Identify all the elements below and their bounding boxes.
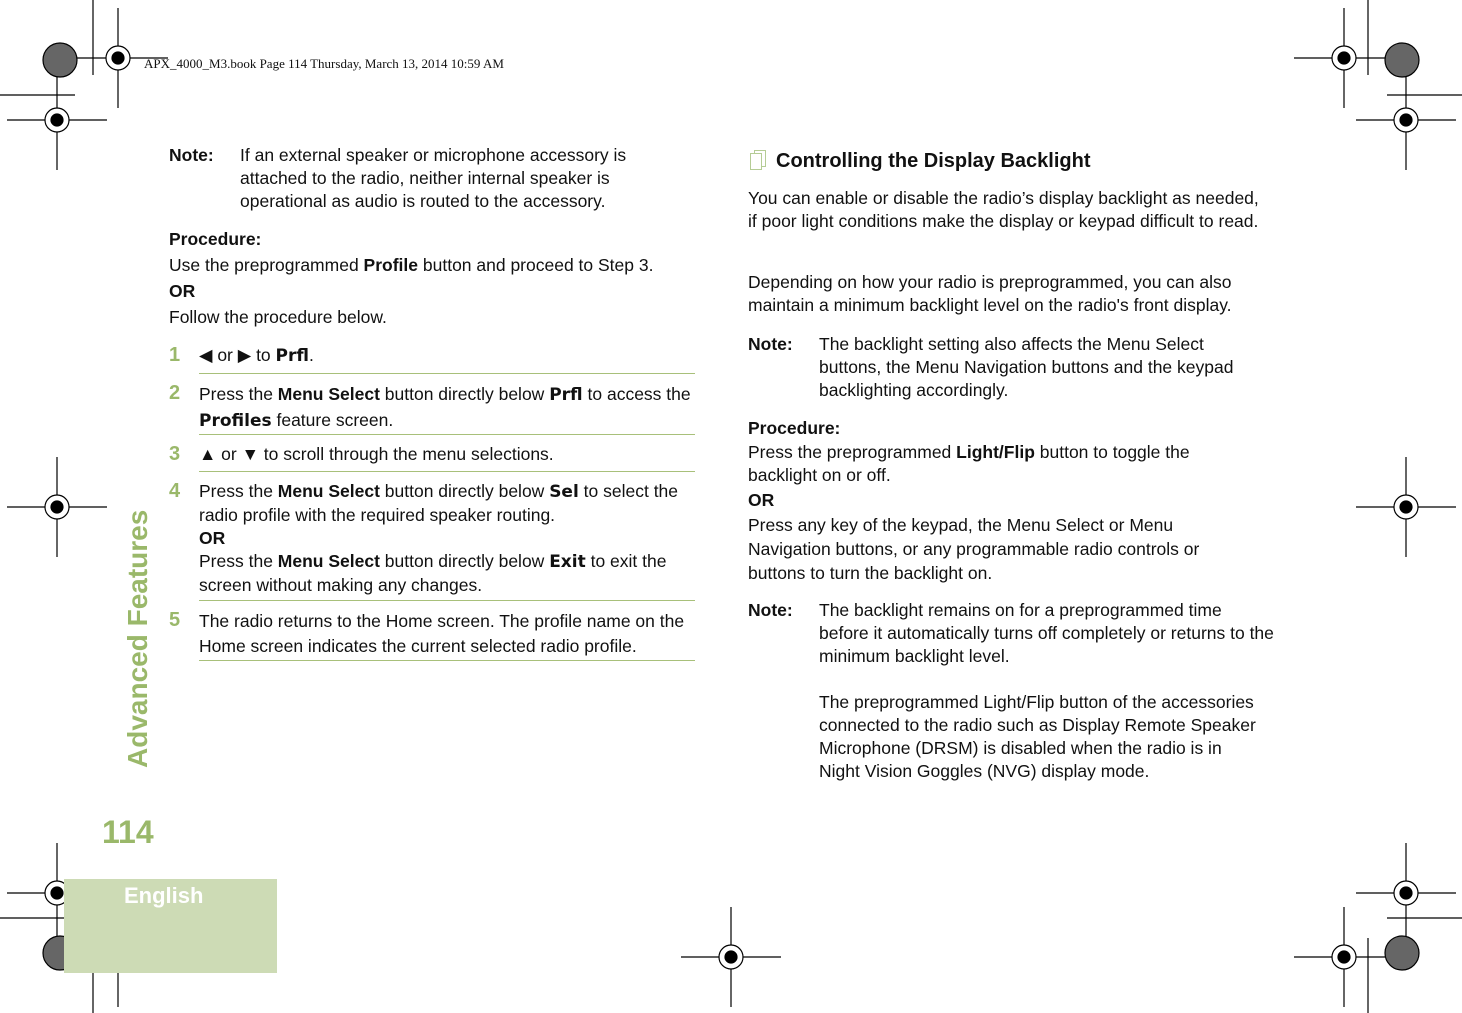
registration-mark (50, 113, 64, 127)
note-label: Note: (748, 334, 793, 354)
pages-icon (750, 150, 766, 170)
step-4: 4 Press the Menu Select button directly b… (169, 480, 679, 595)
divider (199, 600, 695, 601)
procedure-text: Press any key of the keypad, the Menu Se… (748, 515, 1200, 583)
star-target-mark (1384, 42, 1420, 78)
procedure-text: Use the preprogrammed Profile button and… (169, 255, 654, 275)
procedure-label: Procedure: (169, 229, 262, 249)
note-label: Note: (748, 600, 793, 620)
step-3: 3 ▲ or ▼ to scroll through the menu selec… (169, 443, 554, 465)
procedure-label: Procedure: (748, 418, 841, 438)
registration-mark (1399, 500, 1413, 514)
note-text: The preprogrammed Light/Flip button of t… (819, 692, 1256, 781)
registration-mark (1337, 51, 1351, 65)
note-text: If an external speaker or microphone acc… (240, 145, 627, 211)
note-text: The backlight remains on for a preprogra… (819, 600, 1274, 666)
registration-mark (724, 950, 738, 964)
or-label: OR (169, 281, 196, 301)
section-tab-label: Advanced Features (122, 509, 153, 768)
registration-mark (1399, 113, 1413, 127)
registration-mark (50, 500, 64, 514)
registration-mark (111, 51, 125, 65)
registration-mark (1399, 886, 1413, 900)
divider (199, 471, 695, 472)
step-1: 1 ◀ or ▶ to Prfl. (169, 344, 314, 366)
registration-mark (1337, 950, 1351, 964)
paragraph: You can enable or disable the radio’s di… (748, 188, 1259, 231)
follow-text: Follow the procedure below. (169, 307, 387, 327)
language-label: English (124, 883, 204, 908)
page-number: 114 (102, 814, 154, 850)
star-target-mark (42, 42, 78, 78)
step-2: 2 Press the Menu Select button directly b… (169, 382, 691, 431)
star-target-mark (1384, 935, 1420, 971)
paragraph: Depending on how your radio is preprogra… (748, 272, 1232, 315)
step-5: 5 The radio returns to the Home screen. T… (169, 609, 685, 656)
note-label: Note: (169, 145, 214, 165)
procedure-text: Press the preprogrammed Light/Flip butto… (748, 442, 1190, 485)
note-text: The backlight setting also affects the M… (819, 334, 1234, 400)
section-title: Controlling the Display Backlight (776, 150, 1091, 172)
language-tab: English (64, 879, 277, 973)
divider (199, 373, 695, 374)
divider (199, 434, 695, 435)
or-label: OR (748, 490, 775, 510)
divider (199, 660, 695, 661)
file-header: APX_4000_M3.book Page 114 Thursday, Marc… (144, 56, 504, 71)
registration-mark (50, 886, 64, 900)
